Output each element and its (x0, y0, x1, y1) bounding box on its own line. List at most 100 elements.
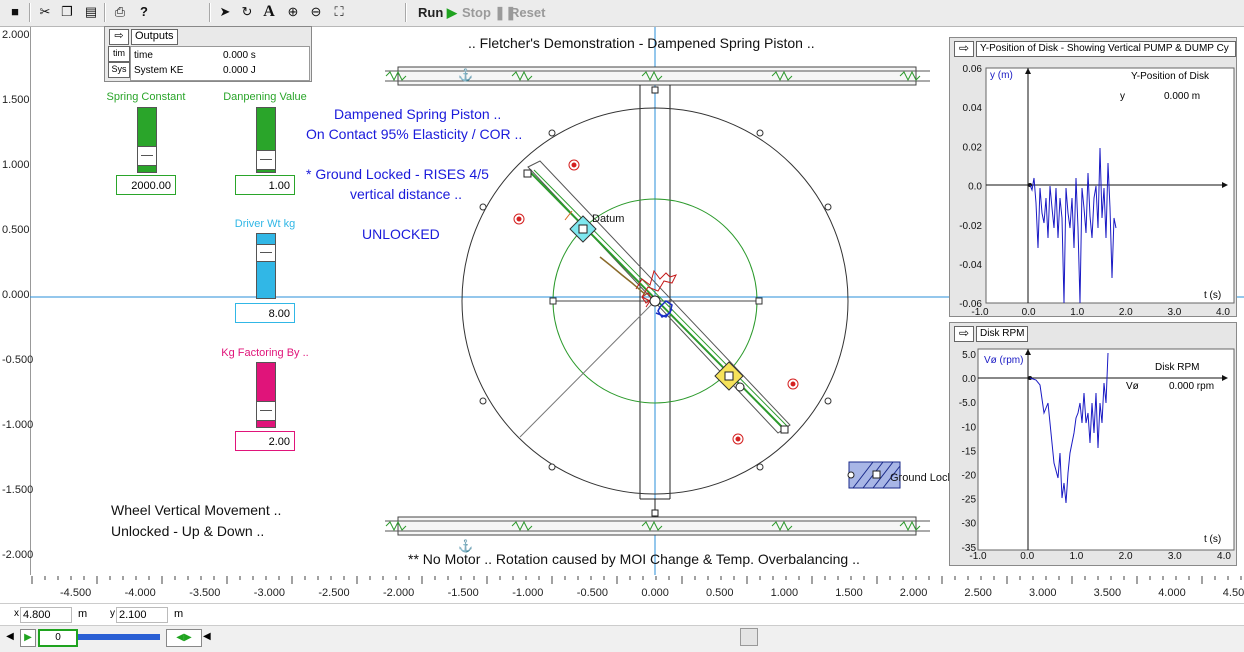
graph-x-tick-label: 0.0 (1022, 307, 1036, 318)
y-coord-unit: m (174, 608, 184, 620)
svg-text:⚓: ⚓ (458, 68, 473, 82)
kg-factoring-slider[interactable] (256, 362, 276, 428)
graph-y-tick-label: 5.0 (962, 350, 976, 361)
x-axis-ruler: -4.500 -4.000 -3.500 -3.000 -2.500 -2.000 -1.5… (30, 576, 1244, 602)
print-icon[interactable]: ⎙ (111, 3, 129, 21)
step-forward-icon[interactable]: ◀▶ (166, 629, 202, 647)
copy-icon[interactable]: ❐ (58, 3, 76, 21)
outputs-panel[interactable]: ⇨ Outputs tim Sys time 0.000 s System KE… (104, 26, 312, 82)
slider-thumb[interactable] (138, 146, 156, 166)
note-line-1: Dampened Spring Piston .. (334, 106, 502, 122)
slider-thumb[interactable] (257, 150, 275, 170)
x-axis-tick-label: -1.500 (447, 587, 479, 599)
x-coord-value[interactable]: 4.800 (20, 607, 72, 623)
graph-y-ylabel: y (m) (990, 70, 1013, 81)
output-name: System KE (134, 65, 184, 76)
slider-thumb[interactable] (257, 401, 275, 421)
playback-progress[interactable] (78, 634, 160, 640)
graph-x-tick-label: 1.0 (1069, 551, 1083, 562)
graph-y-xlabel: t (s) (1204, 290, 1222, 301)
zoom-fit-icon[interactable]: ⛶ (330, 3, 348, 21)
driver-weight-input[interactable]: 8.00 (235, 303, 295, 323)
x-axis-tick-label: -3.000 (253, 587, 285, 599)
x-axis-tick-label: 2.000 (899, 587, 928, 599)
outputs-arrow-icon[interactable]: ⇨ (109, 29, 129, 45)
note-line-4: vertical distance .. (350, 186, 463, 202)
toolbar-separator (104, 3, 106, 22)
rpm-graph-panel[interactable]: ⇨ Disk RPM 5.0 0.0 -5.0 -10 -15 -20 -25 -30 -35 … (949, 322, 1237, 566)
spring-constant-label: Spring Constant (106, 91, 186, 103)
driver-weight-slider[interactable] (256, 233, 276, 299)
graph-y-tick-label: 0.02 (963, 142, 983, 153)
toolbar: ■ ✂ ❐ ▤ ⎙ ? ➤ ↻ A ⊕ ⊖ ⛶ Run ▶ Stop ❚❚ Re… (0, 0, 1244, 27)
kg-factoring-input[interactable]: 2.00 (235, 431, 295, 451)
play-icon: ▶ (446, 5, 457, 20)
graph-y-tick-label: 0.0 (968, 182, 982, 193)
output-value: 0.000 s (223, 50, 256, 61)
graph-y-tick-label: -20 (962, 471, 977, 482)
graph-y-tick-label: 0.04 (963, 103, 983, 114)
paste-icon[interactable]: ▤ (82, 3, 100, 21)
play-forward-icon[interactable]: ▶ (20, 629, 36, 647)
hub[interactable] (649, 295, 661, 307)
driver-piston[interactable] (714, 361, 745, 392)
top-frame[interactable]: ⚓ (385, 66, 930, 86)
graph-y-tick-label: 0.06 (963, 64, 983, 75)
bottom-frame[interactable]: ⚓ (385, 516, 930, 553)
frame-input[interactable]: 0 (38, 629, 78, 647)
cut-icon[interactable]: ✂ (36, 3, 54, 21)
help-icon[interactable]: ? (135, 3, 153, 21)
x-axis-tick-label: 1.000 (770, 587, 799, 599)
step-back-icon[interactable]: ◀ (4, 630, 16, 644)
graph-x-tick-label: 2.0 (1119, 307, 1133, 318)
driver-weight-label: Driver Wt kg (234, 218, 296, 230)
reset-button[interactable]: Reset (510, 4, 545, 22)
y-position-graph-panel[interactable]: ⇨ Y-Position of Disk - Showing Vertical … (949, 37, 1237, 318)
graph-y-legend-title: Y-Position of Disk (1131, 71, 1209, 82)
graph-x-tick-label: 3.0 (1168, 551, 1182, 562)
run-button[interactable]: Run ▶ (418, 4, 457, 22)
pointer-icon[interactable]: ➤ (216, 3, 234, 21)
spring-constant-input[interactable]: 2000.00 (116, 175, 176, 195)
x-axis-tick-label: -4.500 (60, 587, 92, 599)
graph-x-tick-label: 4.0 (1216, 307, 1230, 318)
save-icon[interactable]: ■ (6, 3, 24, 21)
slider-thumb[interactable] (257, 244, 275, 262)
graph-y-tick-label: -0.04 (959, 260, 982, 271)
graph-rpm-legend-var: Vø (1126, 381, 1139, 392)
x-axis-tick-label: -1.000 (512, 587, 544, 599)
x-axis-tick-label: 3.500 (1093, 587, 1122, 599)
rotate-icon[interactable]: ↻ (238, 3, 256, 21)
text-tool-icon[interactable]: A (260, 3, 278, 21)
y-coord-label: y (110, 608, 115, 619)
bottom-pin[interactable] (651, 509, 659, 517)
output-name: time (134, 50, 153, 61)
dampening-slider[interactable] (256, 107, 276, 173)
stop-button[interactable]: Stop ❚❚ (462, 4, 516, 22)
y-coord-value[interactable]: 2.100 (116, 607, 168, 623)
graph-y-tick-label: -0.02 (959, 221, 982, 232)
x-axis-tick-label: -2.000 (383, 587, 415, 599)
status-bar: x 4.800 m y 2.100 m (0, 603, 1244, 626)
zoom-in-icon[interactable]: ⊕ (284, 3, 302, 21)
dampening-input[interactable]: 1.00 (235, 175, 295, 195)
graph-x-tick-label: -1.0 (971, 307, 989, 318)
tab-time[interactable]: tim (108, 46, 130, 62)
x-axis-tick-label: 0.500 (706, 587, 734, 599)
graph-rpm-ylabel: Vø (rpm) (984, 355, 1024, 366)
footer-text: ** No Motor .. Rotation caused by MOI Ch… (408, 551, 860, 567)
graph-x-tick-label: -1.0 (969, 551, 987, 562)
scroll-thumb[interactable] (740, 628, 758, 646)
top-pin[interactable] (651, 86, 659, 94)
graph-y-legend-var: y (1120, 91, 1125, 102)
spring-constant-slider[interactable] (137, 107, 157, 173)
graph-y-tick-label: -25 (962, 495, 977, 506)
zoom-out-icon[interactable]: ⊖ (307, 3, 325, 21)
x-axis-tick-label: -2.500 (318, 587, 350, 599)
scroll-left-icon[interactable]: ◀ (203, 630, 213, 644)
note-unlocked: UNLOCKED (362, 226, 440, 242)
graph-y-tick-label: -15 (962, 446, 977, 457)
outputs-title: Outputs (131, 29, 178, 45)
tab-sys[interactable]: Sys (108, 62, 130, 78)
graph-y-legend-value: 0.000 m (1164, 91, 1201, 102)
